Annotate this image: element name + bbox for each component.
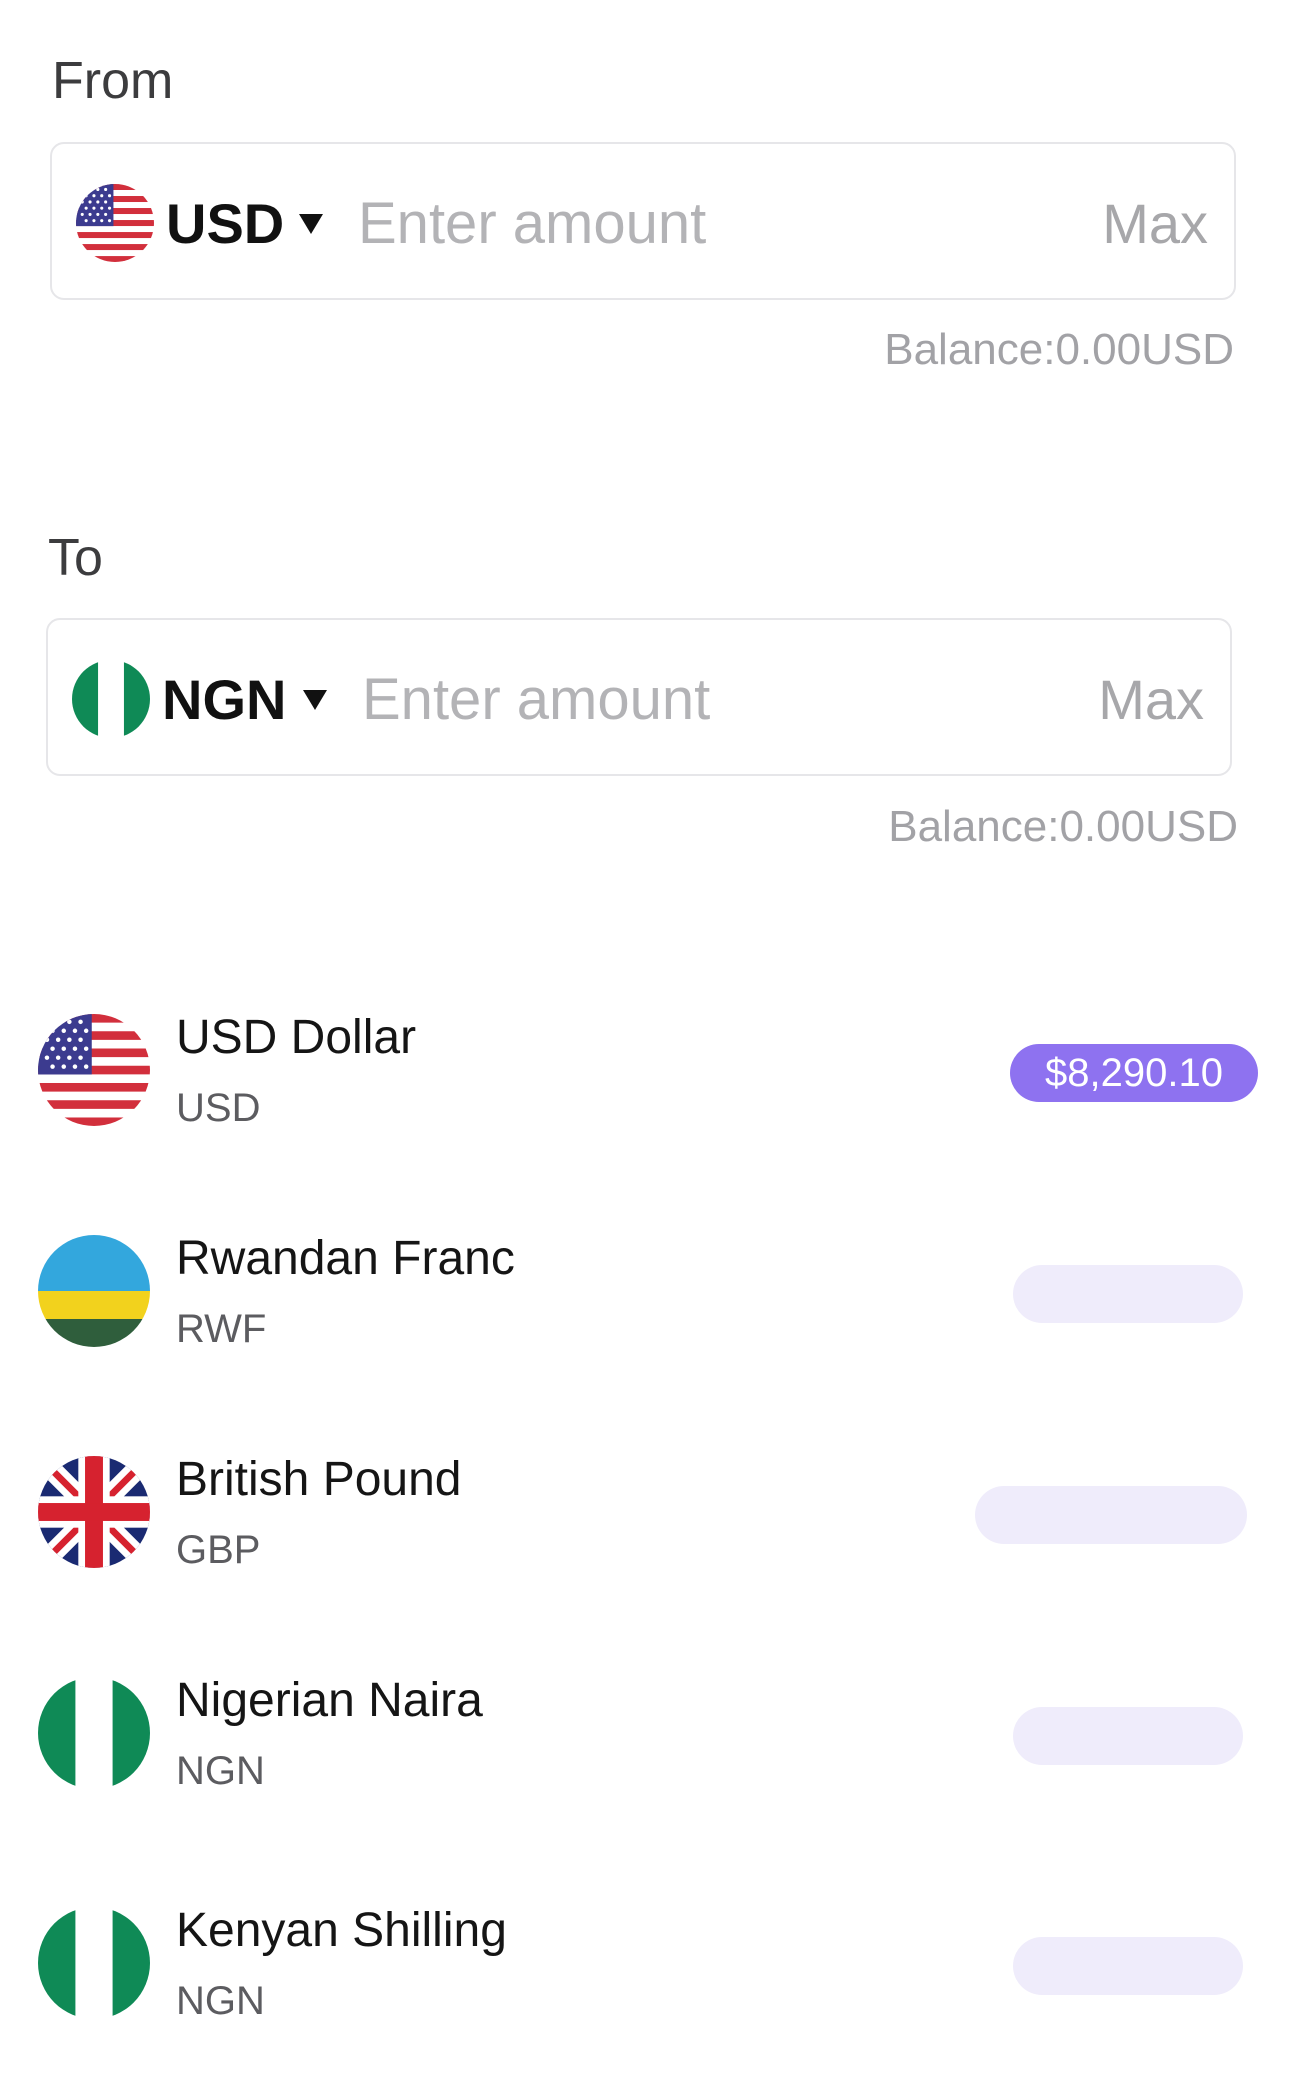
currency-code: NGN: [176, 1749, 265, 1793]
rate-badge-loading: [1013, 1937, 1243, 1995]
us-flag-icon[interactable]: [76, 184, 154, 262]
to-amount-box: NGN Max: [46, 618, 1232, 776]
currency-code: GBP: [176, 1528, 261, 1572]
to-balance: Balance:0.00USD: [888, 802, 1238, 851]
chevron-down-icon[interactable]: [303, 690, 327, 710]
us-flag-icon: [38, 1014, 150, 1126]
rate-badge-loading: [1013, 1265, 1243, 1323]
from-max-button[interactable]: Max: [1102, 192, 1208, 256]
currency-code: USD: [176, 1086, 261, 1130]
currency-item-kes[interactable]: Kenyan Shilling NGN: [38, 1903, 1268, 2023]
from-balance: Balance:0.00USD: [884, 325, 1234, 374]
currency-name: Rwandan Franc: [176, 1232, 515, 1285]
currency-code: RWF: [176, 1307, 267, 1351]
ng-flag-icon: [38, 1677, 150, 1789]
currency-name: USD Dollar: [176, 1011, 417, 1064]
ng-flag-icon: [38, 1907, 150, 2019]
currency-item-usd[interactable]: USD Dollar USD $8,290.10: [38, 1010, 1268, 1130]
to-max-button[interactable]: Max: [1098, 668, 1204, 732]
ng-flag-icon[interactable]: [72, 660, 150, 738]
rate-badge-loading: [1013, 1707, 1243, 1765]
currency-item-gbp[interactable]: British Pound GBP: [38, 1452, 1268, 1572]
from-currency-code[interactable]: USD: [166, 192, 284, 256]
currency-code: NGN: [176, 1979, 265, 2023]
from-label: From: [52, 52, 174, 110]
rw-flag-icon: [38, 1235, 150, 1347]
chevron-down-icon[interactable]: [299, 214, 323, 234]
currency-name: Nigerian Naira: [176, 1674, 483, 1727]
from-amount-box: USD Max: [50, 142, 1236, 300]
to-currency-code[interactable]: NGN: [162, 668, 286, 732]
rate-badge-loading: [975, 1486, 1247, 1544]
currency-item-rwf[interactable]: Rwandan Franc RWF: [38, 1231, 1268, 1351]
currency-name: British Pound: [176, 1453, 462, 1506]
currency-name: Kenyan Shilling: [176, 1904, 507, 1957]
gb-flag-icon: [38, 1456, 150, 1568]
from-amount-input[interactable]: [358, 184, 918, 262]
rate-badge: $8,290.10: [1010, 1044, 1258, 1102]
to-label: To: [48, 529, 103, 587]
currency-item-ngn[interactable]: Nigerian Naira NGN: [38, 1673, 1268, 1793]
to-amount-input[interactable]: [362, 660, 922, 738]
